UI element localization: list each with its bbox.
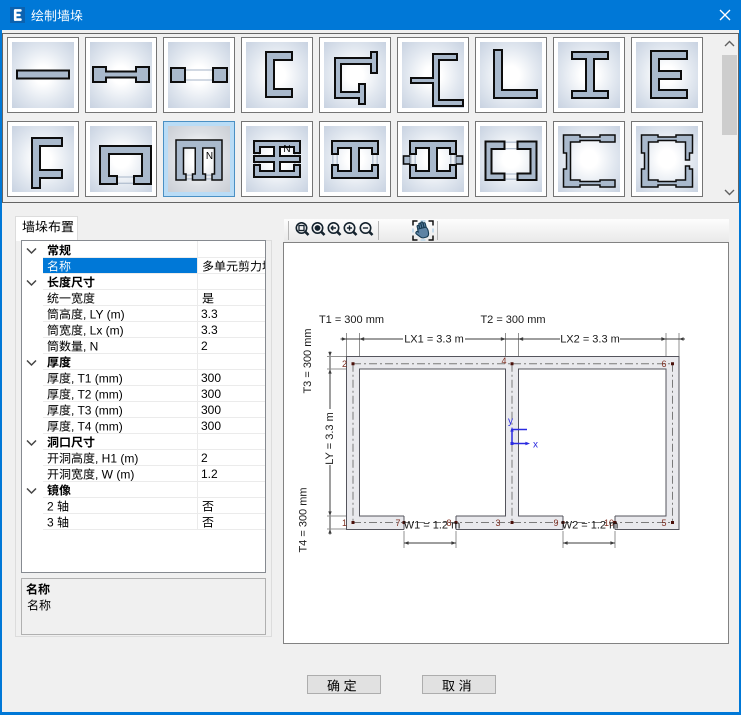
svg-text:W1 = 1.2 m: W1 = 1.2 m [404,520,461,532]
svg-text:7: 7 [395,518,400,528]
svg-text:LY = 3.3 m: LY = 3.3 m [324,412,336,465]
svg-text:3: 3 [495,518,500,528]
svg-text:6: 6 [661,359,666,369]
svg-text:, T3 (mm): , T3 (mm) [71,404,123,418]
svg-text:, T2 (mm): , T2 (mm) [71,388,123,402]
svg-text:2: 2 [47,500,54,514]
svg-text:4: 4 [501,356,506,366]
svg-text:, H1 (m): , H1 (m) [95,452,138,466]
svg-text:T2 = 300 mm: T2 = 300 mm [480,314,545,326]
svg-text:2: 2 [342,359,347,369]
svg-text:5: 5 [661,518,666,528]
svg-text:, Lx (m): , Lx (m) [83,324,124,338]
svg-text:T1 = 300 mm: T1 = 300 mm [319,314,384,326]
svg-text:LX2 = 3.3 m: LX2 = 3.3 m [560,334,620,346]
svg-text:, N: , N [83,340,98,354]
svg-text:LX1 = 3.3 m: LX1 = 3.3 m [404,334,464,346]
svg-text:, T1 (mm): , T1 (mm) [71,372,123,386]
svg-text:x: x [533,440,538,451]
svg-text:9: 9 [553,518,558,528]
svg-text:, LY (m): , LY (m) [83,308,125,322]
svg-text:3: 3 [47,516,54,530]
svg-text:W2 = 1.2 m: W2 = 1.2 m [562,520,619,532]
svg-text:1: 1 [342,518,347,528]
svg-text:y: y [508,416,513,427]
svg-text:, T4 (mm): , T4 (mm) [71,420,123,434]
svg-text:T3 = 300 mm: T3 = 300 mm [302,328,314,393]
svg-text:, W (m): , W (m) [95,468,134,482]
svg-text:T4 = 300 mm: T4 = 300 mm [298,487,310,552]
